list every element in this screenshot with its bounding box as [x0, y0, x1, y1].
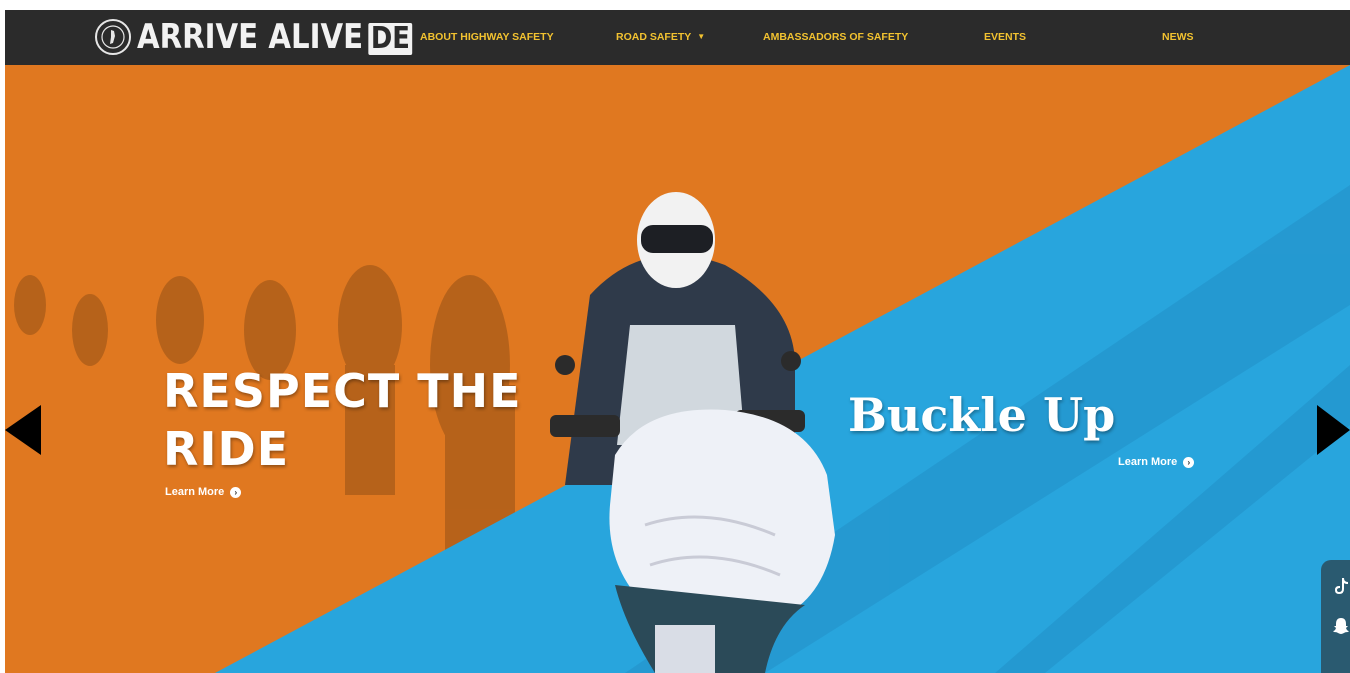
- triangle-left-icon: [5, 405, 41, 455]
- nav-label: ROAD SAFETY: [616, 31, 692, 43]
- nav-road-safety[interactable]: ROAD SAFETY ▼: [616, 31, 705, 43]
- carousel-prev-button[interactable]: [5, 405, 41, 460]
- logo-text: ARRIVE ALIVE DE: [137, 17, 413, 57]
- top-navigation: ARRIVE ALIVE DE ABOUT HIGHWAY SAFETY ROAD…: [5, 10, 1350, 65]
- triangle-right-icon: [1317, 405, 1350, 455]
- learn-more-link[interactable]: Learn More ›: [1118, 456, 1195, 468]
- nav-about-highway-safety[interactable]: ABOUT HIGHWAY SAFETY: [420, 31, 554, 43]
- logo-wordmark: ARRIVE ALIVE: [137, 17, 364, 57]
- page-frame: ARRIVE ALIVE DE ABOUT HIGHWAY SAFETY ROAD…: [5, 10, 1350, 673]
- slide-title-line: RIDE: [163, 422, 290, 476]
- learn-more-link[interactable]: Learn More ›: [165, 486, 242, 498]
- carousel-next-button[interactable]: [1317, 405, 1350, 460]
- nav-label: ABOUT HIGHWAY SAFETY: [420, 31, 554, 43]
- learn-more-label: Learn More: [165, 486, 225, 498]
- nav-label: AMBASSADORS OF SAFETY: [763, 31, 909, 43]
- learn-more-label: Learn More: [1118, 456, 1178, 468]
- slide-title-buckle-up: Buckle Up: [848, 388, 1116, 442]
- chevron-circle-right-icon: ›: [1183, 456, 1195, 468]
- nav-news[interactable]: NEWS: [1162, 31, 1194, 43]
- nav-ambassadors-of-safety[interactable]: AMBASSADORS OF SAFETY: [763, 31, 908, 43]
- site-logo[interactable]: ARRIVE ALIVE DE: [95, 16, 457, 58]
- social-sidebar: [1321, 560, 1350, 673]
- nav-events[interactable]: EVENTS: [984, 31, 1026, 43]
- seal-icon: [95, 19, 131, 55]
- nav-label: NEWS: [1162, 31, 1194, 43]
- slide-title-respect-the-ride: RESPECT THE RIDE: [163, 362, 523, 478]
- logo-badge: DE: [368, 23, 413, 55]
- nav-label: EVENTS: [984, 31, 1027, 43]
- chevron-circle-right-icon: ›: [230, 486, 242, 498]
- slide-title-line: RESPECT THE: [163, 364, 522, 418]
- tiktok-icon[interactable]: [1331, 576, 1350, 601]
- snapchat-icon[interactable]: [1331, 616, 1350, 641]
- caret-down-icon: ▼: [697, 32, 706, 41]
- hero-carousel: RESPECT THE RIDE Learn More › Buckle Up …: [5, 65, 1350, 673]
